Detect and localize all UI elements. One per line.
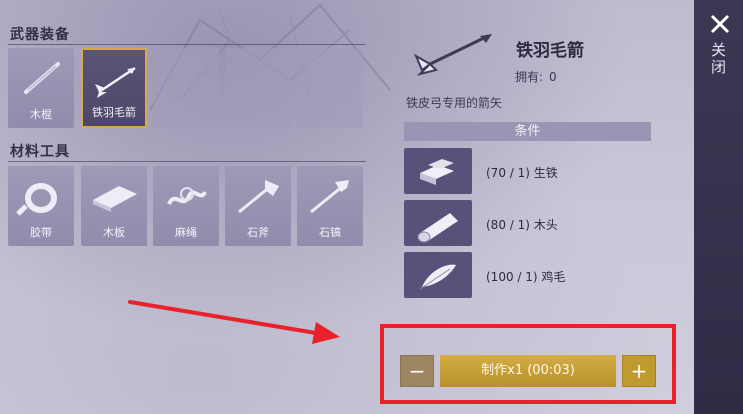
- owned-label: 拥有:: [515, 70, 544, 84]
- wood-log-icon: [417, 213, 458, 243]
- conditions-header: 条件: [404, 122, 651, 141]
- iron-feather-arrow-large-icon: [413, 34, 492, 76]
- wood-plank-icon: [93, 186, 137, 212]
- increase-quantity-button[interactable]: +: [622, 355, 656, 387]
- materials-section-title: 材料工具: [10, 144, 70, 160]
- requirement-text: (100 / 1) 鸡毛: [486, 270, 566, 284]
- requirement-icon-box: [404, 148, 472, 194]
- materials-divider: [8, 161, 366, 162]
- hemp-rope-icon: [167, 187, 207, 206]
- iron-feather-arrow-icon: [95, 66, 136, 98]
- stone-pickaxe-icon: [310, 180, 349, 214]
- item-name: 铁羽毛箭: [516, 41, 584, 61]
- weapons-section-title: 武器装备: [10, 27, 70, 43]
- slot-tape[interactable]: 胶带: [8, 166, 74, 246]
- slot-empty[interactable]: [225, 48, 291, 128]
- decrease-quantity-button[interactable]: −: [400, 355, 434, 387]
- close-button-label[interactable]: 关闭: [709, 42, 729, 76]
- slot-hemp-rope[interactable]: 麻绳: [153, 166, 219, 246]
- wooden-stick-icon: [24, 62, 60, 94]
- slot-label: 木棍: [30, 108, 52, 121]
- slot-label: 木板: [103, 226, 125, 239]
- slot-label: 麻绳: [175, 226, 197, 239]
- slot-stone-axe[interactable]: 石斧: [225, 166, 291, 246]
- slot-iron-feather-arrow[interactable]: 铁羽毛箭: [81, 48, 147, 128]
- owned-value: 0: [549, 70, 557, 84]
- pig-iron-icon: [420, 159, 454, 185]
- tape-icon: [16, 183, 57, 216]
- weapons-divider: [8, 44, 366, 45]
- requirement-text: (80 / 1) 木头: [486, 218, 558, 232]
- craft-button[interactable]: 制作x1 (00:03): [440, 355, 616, 387]
- stone-axe-icon: [238, 180, 279, 214]
- slot-wood-plank[interactable]: 木板: [81, 166, 147, 246]
- slot-wooden-stick[interactable]: 木棍: [8, 48, 74, 128]
- slot-label: 石镐: [319, 226, 341, 239]
- slot-label: 胶带: [30, 226, 52, 239]
- requirement-icon-box: [404, 200, 472, 246]
- close-icon[interactable]: [710, 14, 730, 34]
- requirement-icon-box: [404, 252, 472, 298]
- chicken-feather-icon: [419, 264, 456, 290]
- slot-empty[interactable]: [153, 48, 219, 128]
- annotation-arrow-icon: [128, 300, 340, 344]
- slot-stone-pickaxe[interactable]: 石镐: [297, 166, 363, 246]
- slot-label: 石斧: [247, 226, 269, 239]
- slot-label: 铁羽毛箭: [92, 106, 136, 119]
- requirement-text: (70 / 1) 生铁: [486, 166, 558, 180]
- item-description: 铁皮弓专用的箭矢: [406, 96, 503, 110]
- slot-empty[interactable]: [297, 48, 363, 128]
- owned-count: 拥有: 0: [515, 68, 557, 85]
